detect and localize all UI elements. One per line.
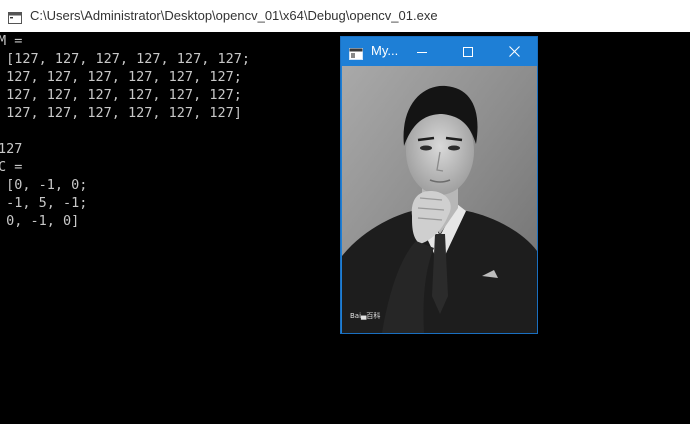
console-line: [0, -1, 0; [0,177,88,193]
watermark-logo: Bai▄百科 [350,311,380,320]
console-line: -1, 5, -1; [0,195,88,211]
console-line: 127, 127, 127, 127, 127, 127; [0,87,242,103]
console-line: [127, 127, 127, 127, 127, 127; [0,51,250,67]
close-icon [508,42,520,61]
minimize-button[interactable] [399,37,445,66]
console-line: 127, 127, 127, 127, 127, 127] [0,105,242,121]
console-app-icon [8,9,22,24]
image-window-titlebar[interactable]: My... [341,37,537,66]
console-line: 127 [0,141,23,157]
image-window[interactable]: My... Bai▄百科 [340,36,538,334]
console-titlebar[interactable]: C:\Users\Administrator\Desktop\opencv_01… [0,0,690,32]
console-title: C:\Users\Administrator\Desktop\opencv_01… [30,8,438,23]
image-window-app-icon [349,45,363,60]
maximize-icon [463,42,473,61]
console-line: M = [0,33,23,49]
console-line: 127, 127, 127, 127, 127, 127; [0,69,242,85]
maximize-button[interactable] [445,37,491,66]
close-button[interactable] [491,37,537,66]
portrait-image: Bai▄百科 [342,66,537,333]
console-line: 0, -1, 0] [0,213,80,229]
minimize-icon [417,42,427,61]
image-window-title: My... [371,43,399,58]
console-line: C = [0,159,23,175]
